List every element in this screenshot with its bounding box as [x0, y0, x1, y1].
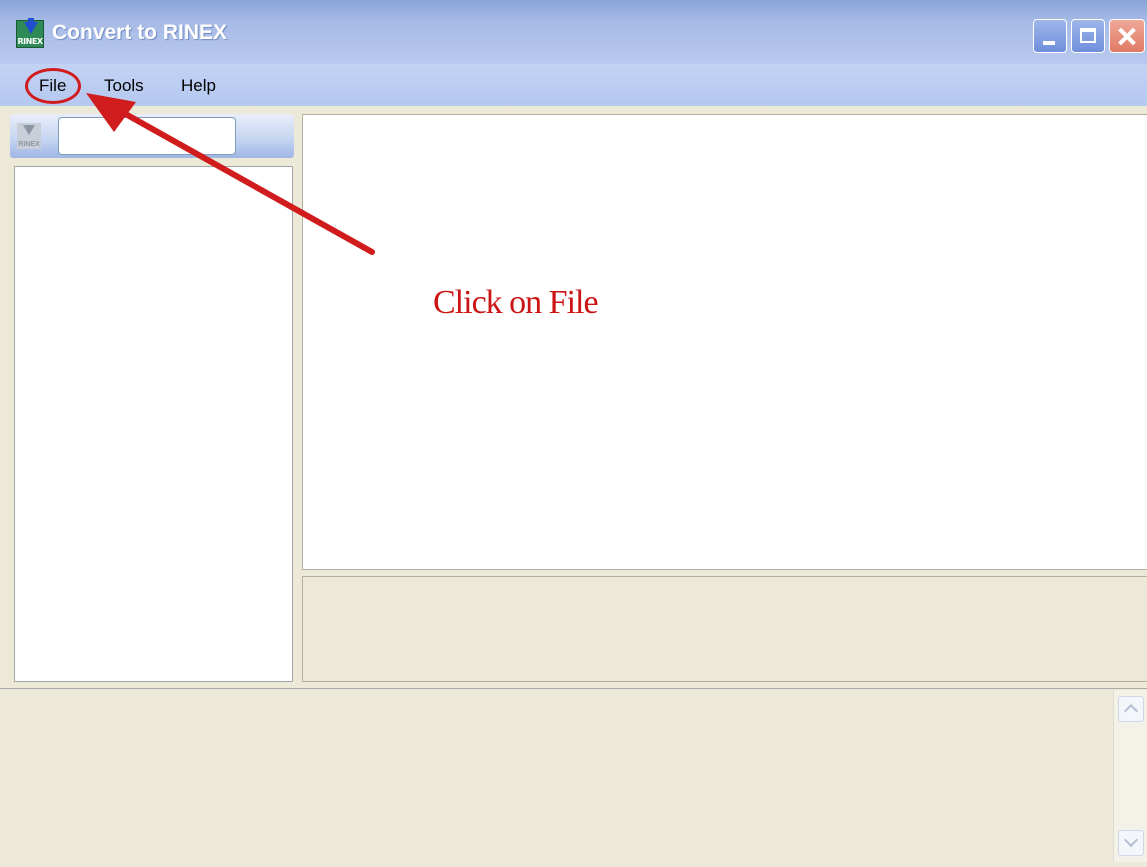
- close-button[interactable]: [1109, 19, 1145, 53]
- scroll-up-button[interactable]: [1118, 696, 1144, 722]
- minimize-button[interactable]: [1033, 19, 1067, 53]
- minimize-icon: [1043, 41, 1055, 45]
- menu-tools[interactable]: Tools: [104, 76, 144, 96]
- title-bar[interactable]: RINEX Convert to RINEX: [0, 0, 1147, 65]
- file-tree-panel[interactable]: [14, 166, 293, 682]
- log-scrollbar[interactable]: [1113, 690, 1147, 862]
- chevron-down-icon: [1123, 832, 1139, 848]
- rinex-convert-icon: RINEX: [16, 18, 44, 48]
- rinex-icon-label: RINEX: [18, 141, 40, 148]
- window-title: Convert to RINEX: [52, 21, 228, 44]
- annotation-text: Click on File: [433, 284, 599, 321]
- menu-bar: [0, 64, 1147, 106]
- splitter[interactable]: [0, 688, 1147, 689]
- annotation-circle: [25, 68, 81, 104]
- details-panel: [302, 576, 1147, 682]
- app-icon-label: RINEX: [17, 37, 43, 46]
- main-view-panel[interactable]: [302, 114, 1147, 570]
- path-input[interactable]: [58, 117, 236, 155]
- menu-help[interactable]: Help: [181, 76, 216, 96]
- scroll-down-button[interactable]: [1118, 830, 1144, 856]
- maximize-icon: [1080, 28, 1096, 43]
- app-window: RINEX Convert to RINEX File Tools Help R…: [0, 0, 1147, 867]
- maximize-button[interactable]: [1071, 19, 1105, 53]
- chevron-up-icon: [1123, 703, 1139, 719]
- close-icon: [1110, 20, 1144, 52]
- log-panel[interactable]: [6, 690, 1147, 862]
- rinex-icon[interactable]: RINEX: [17, 123, 41, 149]
